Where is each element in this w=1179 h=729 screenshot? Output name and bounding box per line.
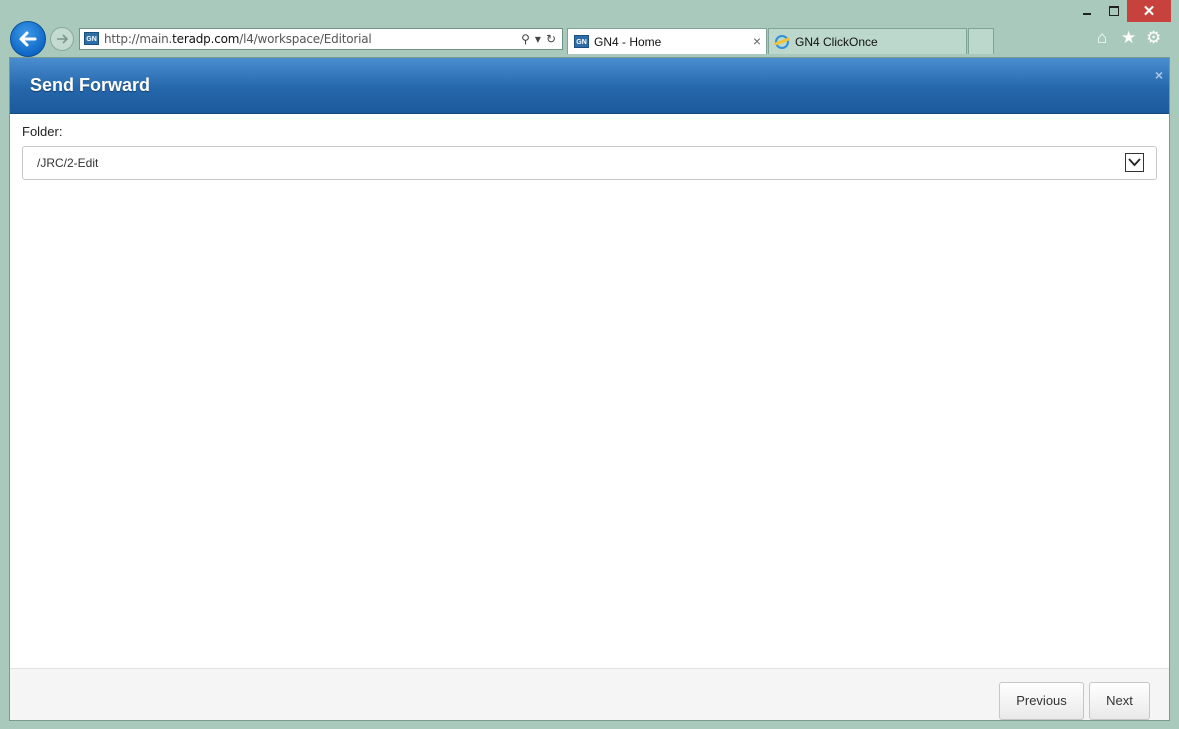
back-button[interactable] <box>10 21 46 57</box>
site-favicon-icon: GN <box>84 32 99 45</box>
maximize-button[interactable] <box>1101 0 1127 22</box>
tab-label: GN4 ClickOnce <box>795 35 878 49</box>
forward-arrow-icon <box>57 34 69 44</box>
dialog-title: Send Forward <box>30 75 151 95</box>
refresh-icon[interactable]: ↻ <box>546 32 556 46</box>
previous-button[interactable]: Previous <box>999 682 1084 720</box>
window-close-button[interactable]: ✕ <box>1127 0 1171 22</box>
tab-gn4-clickonce[interactable]: GN4 ClickOnce <box>768 28 967 54</box>
send-forward-dialog: Send Forward × Folder: /JRC/2-Edit Previ… <box>9 57 1170 721</box>
search-icon[interactable]: ⚲ <box>521 32 530 46</box>
dialog-footer: Previous Next <box>10 668 1169 720</box>
url-text[interactable]: http://main.teradp.com/l4/workspace/Edit… <box>104 32 372 46</box>
ie-icon <box>775 35 789 49</box>
address-bar[interactable]: GN http://main.teradp.com/l4/workspace/E… <box>79 28 563 50</box>
browser-chrome: GN http://main.teradp.com/l4/workspace/E… <box>0 0 1179 57</box>
folder-label: Folder: <box>22 124 63 139</box>
tab-gn4-home[interactable]: GN GN4 - Home × <box>567 28 767 54</box>
tab-close-icon[interactable]: × <box>753 33 761 49</box>
back-arrow-icon <box>19 31 37 47</box>
new-tab-button[interactable] <box>968 28 994 54</box>
close-icon: ✕ <box>1142 3 1156 20</box>
gear-icon[interactable]: ⚙ <box>1146 29 1161 47</box>
site-favicon-icon: GN <box>574 35 589 48</box>
home-icon[interactable]: ⌂ <box>1097 29 1107 47</box>
dialog-header: Send Forward × <box>10 58 1169 114</box>
chevron-down-icon[interactable] <box>1125 153 1144 172</box>
forward-button[interactable] <box>50 27 74 51</box>
star-icon[interactable]: ★ <box>1121 29 1136 47</box>
next-button[interactable]: Next <box>1089 682 1150 720</box>
tab-label: GN4 - Home <box>594 35 662 49</box>
minimize-button[interactable] <box>1075 0 1101 22</box>
folder-select[interactable]: /JRC/2-Edit <box>22 146 1157 180</box>
dropdown-icon[interactable]: ▾ <box>535 32 541 46</box>
dialog-close-icon[interactable]: × <box>1155 67 1163 83</box>
folder-value: /JRC/2-Edit <box>37 156 99 170</box>
address-icons: ⚲ ▾ ↻ <box>516 32 556 46</box>
